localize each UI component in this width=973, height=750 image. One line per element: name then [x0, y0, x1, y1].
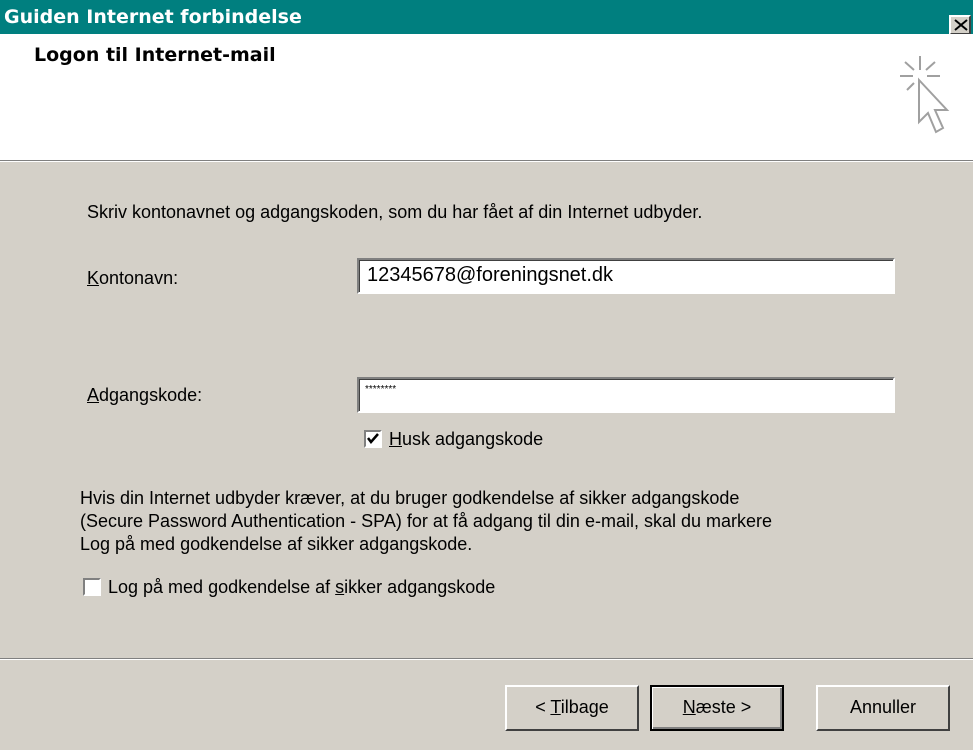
cancel-button[interactable]: Annuller — [816, 685, 950, 731]
footer-divider — [0, 658, 973, 660]
wizard-cursor-sparkle-icon — [900, 56, 950, 134]
password-input[interactable]: ******** — [357, 377, 895, 413]
account-name-input[interactable]: 12345678@foreningsnet.dk — [357, 258, 895, 294]
title-bar: Guiden Internet forbindelse — [0, 0, 973, 35]
intro-text: Skriv kontonavnet og adgangskoden, som d… — [87, 202, 703, 222]
account-name-label: Kontonavn: — [87, 268, 179, 288]
password-label: Adgangskode: — [87, 385, 203, 405]
close-button[interactable] — [949, 15, 971, 35]
spa-info-line-1: Hvis din Internet udbyder kræver, at du … — [80, 488, 740, 508]
close-icon — [954, 19, 968, 31]
spa-checkbox-label[interactable]: Log på med godkendelse af sikker adgangs… — [108, 577, 495, 598]
checkmark-icon — [367, 433, 379, 444]
remember-password-label[interactable]: Husk adgangskode — [389, 429, 543, 450]
page-title: Logon til Internet-mail — [34, 44, 276, 66]
header-divider — [0, 160, 973, 162]
spa-checkbox[interactable] — [83, 578, 101, 596]
remember-password-checkbox[interactable] — [364, 430, 382, 448]
back-button[interactable]: < Tilbage — [505, 685, 639, 731]
spa-info-line-3: Log på med godkendelse af sikker adgangs… — [80, 534, 473, 554]
spa-info-line-2: (Secure Password Authentication - SPA) f… — [80, 511, 772, 531]
next-button[interactable]: Næste > — [650, 685, 784, 731]
window-title: Guiden Internet forbindelse — [4, 6, 302, 28]
